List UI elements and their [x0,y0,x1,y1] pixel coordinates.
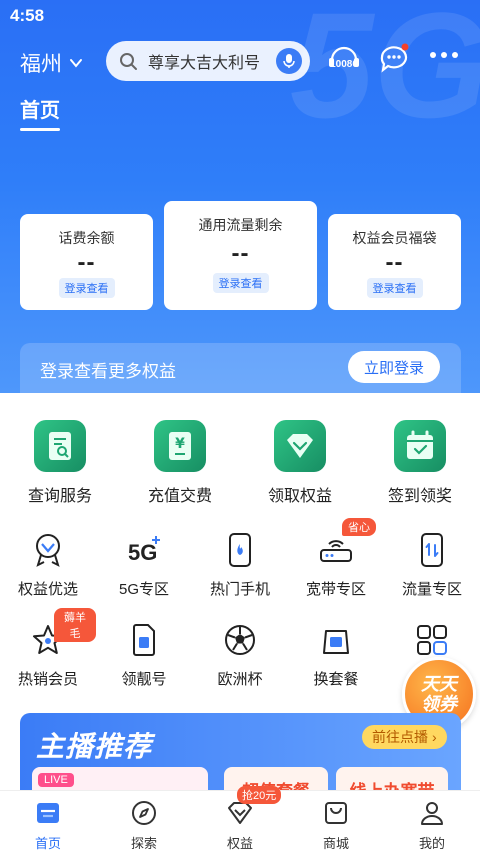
search-icon [120,53,137,70]
grid-label: 换套餐 [313,671,359,688]
calendar-check-icon [394,420,446,472]
tab-home[interactable]: 首页 [20,94,60,131]
user-icon [418,799,446,827]
grid-label: 热门手机 [209,581,270,598]
grid-label: 5G专区 [118,581,169,598]
home-icon [34,799,62,827]
gem-icon [274,420,326,472]
card-login-button[interactable]: 登录查看 [366,278,423,298]
service-label: 签到领奖 [387,488,452,505]
grid-label: 热销会员 [17,671,78,688]
status-time: 4:58 [10,6,45,25]
member-bag-card[interactable]: 权益会员福袋 -- 登录查看 [328,214,461,310]
go-watch-label: 前往点播 [372,729,428,745]
service-label: 领取权益 [267,488,332,505]
tab-label: 权益 [226,836,253,851]
grid-item-rights-select[interactable]: 权益优选 [0,530,96,599]
badge-icon [28,530,68,570]
tab-label: 探索 [130,836,157,851]
customer-service-button[interactable]: 10086 [326,42,362,78]
login-prompt-bar: 登录查看更多权益 立即登录 [20,343,461,400]
grid-item-hot-phones[interactable]: 热门手机 [192,530,288,599]
service-label: 充值交费 [147,488,212,505]
soccer-ball-icon [220,620,260,660]
chevron-down-icon [70,59,82,68]
chevron-right-icon: › [432,729,437,745]
grid-apps-icon [412,620,452,660]
compass-icon [130,799,158,827]
tab-label: 商城 [322,836,349,851]
promo-tag: 省心 [342,518,376,536]
service-recharge[interactable]: ¥ 充值交费 [120,420,240,506]
card-title: 权益会员福袋 [352,230,437,246]
login-prompt-text: 登录查看更多权益 [40,362,176,381]
balance-card[interactable]: 话费余额 -- 登录查看 [20,214,153,310]
banner-title: 主播推荐 [36,731,153,762]
grid-label: 领靓号 [121,671,167,688]
tab-rights[interactable]: 权益 [192,799,288,852]
card-title: 通用流量剩余 [198,217,283,233]
more-menu-icon[interactable] [430,52,458,58]
tab-explore[interactable]: 探索 [96,799,192,852]
phone-data-icon [412,530,452,570]
tab-mine[interactable]: 我的 [384,799,480,852]
tab-label: 首页 [34,836,61,851]
message-button[interactable] [378,42,410,74]
tab-home-nav[interactable]: 首页 [0,799,96,852]
query-document-icon [34,420,86,472]
card-login-button[interactable]: 登录查看 [58,278,115,298]
login-now-button[interactable]: 立即登录 [348,351,440,383]
service-checkin[interactable]: 签到领奖 [360,420,480,506]
grid-label: 宽带专区 [305,581,366,598]
search-placeholder: 尊享大吉大利号 [148,55,261,72]
card-value: -- [385,249,404,276]
grid-item-5g[interactable]: 5G 5G专区 [96,530,192,599]
grid-item-broadband[interactable]: 宽带专区 省心 [288,518,384,599]
go-watch-button[interactable]: 前往点播 › [362,725,447,749]
tab-label: 我的 [418,836,445,851]
card-value: -- [77,249,96,276]
rights-tab-badge: 抢20元 [237,786,282,804]
chat-bubble-icon [380,43,409,73]
promo-line2: 领券 [421,694,457,714]
recharge-yuan-icon: ¥ [154,420,206,472]
shopping-bag-icon [322,799,350,827]
grid-item-hot-members[interactable]: 热销会员 薅羊毛 [0,608,96,689]
svg-text:5G: 5G [128,540,157,565]
card-value: -- [231,240,250,267]
hero-header: 5G 4:58 福州 尊享大吉大利号 10086 首页 话费余额 -- 登录查看… [0,0,480,400]
grid-label: 流量专区 [401,581,462,598]
service-query[interactable]: 查询服务 [0,420,120,506]
promo-tag: 薅羊毛 [54,608,96,642]
service-claim-rights[interactable]: 领取权益 [240,420,360,506]
package-bag-icon [316,620,356,660]
tab-mall[interactable]: 商城 [288,799,384,852]
card-login-button[interactable]: 登录查看 [212,273,269,293]
city-label: 福州 [20,53,62,76]
grid-item-lucky-number[interactable]: 领靓号 [96,620,192,689]
promo-line1: 天天 [421,674,457,694]
grid-item-data[interactable]: 流量专区 [384,530,480,599]
card-title: 话费余额 [58,230,115,246]
grid-item-euro-cup[interactable]: 欧洲杯 [192,620,288,689]
svg-text:¥: ¥ [175,436,185,452]
5g-icon: 5G [124,530,164,570]
phone-fire-icon [220,530,260,570]
city-selector[interactable]: 福州 [20,48,84,78]
service-label: 查询服务 [27,488,92,505]
search-input[interactable]: 尊享大吉大利号 [106,41,310,81]
data-remaining-card[interactable]: 通用流量剩余 -- 登录查看 [164,201,317,310]
router-icon [316,530,356,570]
grid-label: 权益优选 [17,581,78,598]
sim-card-icon [124,620,164,660]
grid-label: 欧洲杯 [217,671,263,688]
grid-item-change-plan[interactable]: 换套餐 [288,620,384,689]
live-badge: LIVE [38,773,74,787]
microphone-icon[interactable] [276,48,302,74]
service-hotline-label: 10086 [330,59,358,70]
